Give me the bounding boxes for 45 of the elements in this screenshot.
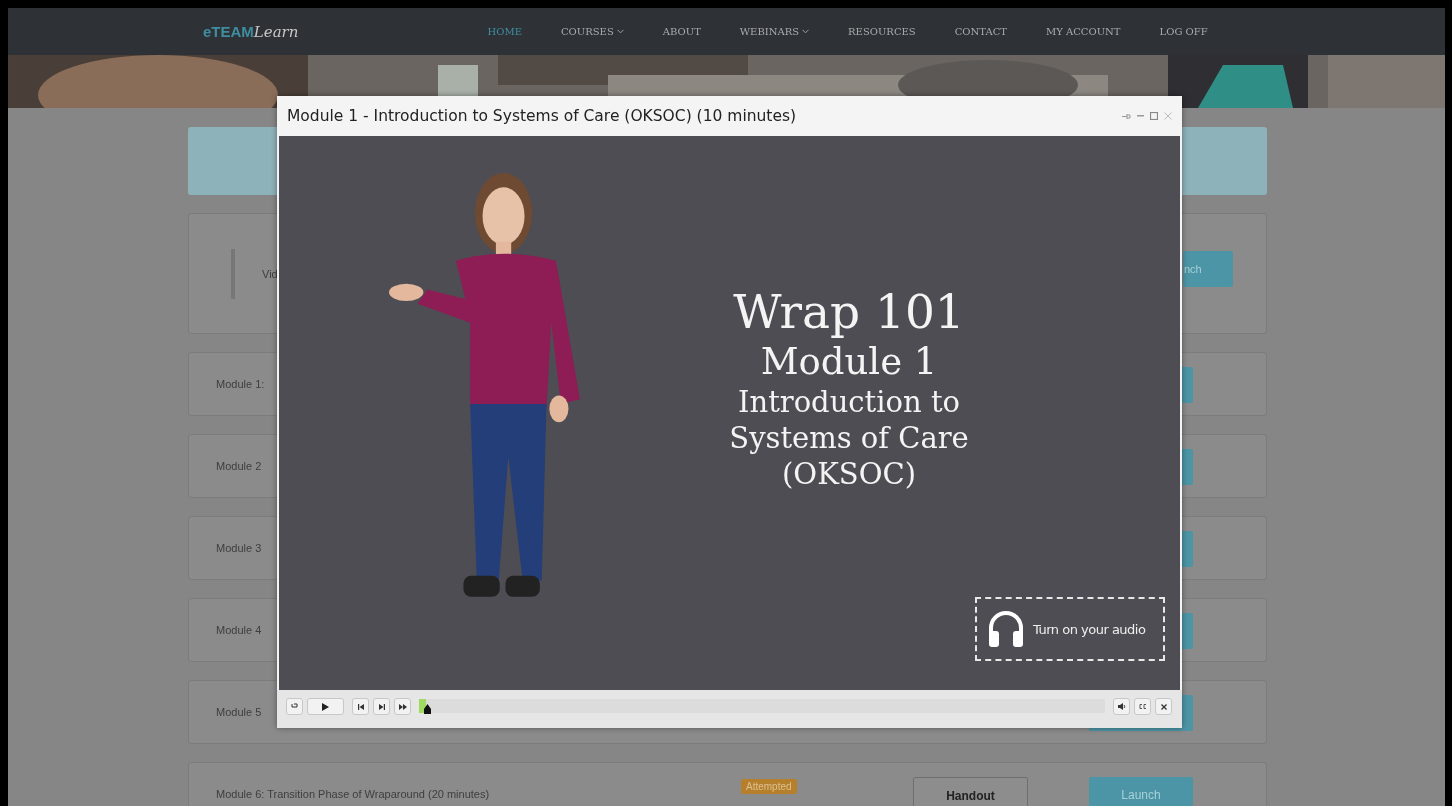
nav-link[interactable]: LOG OFF bbox=[1138, 26, 1226, 37]
speaker-icon bbox=[1117, 703, 1126, 710]
audio-text: Turn on your audio bbox=[1033, 621, 1146, 637]
fast-forward-button[interactable] bbox=[394, 698, 411, 715]
slide-text: (OKSOC) bbox=[781, 456, 917, 492]
nav-link[interactable]: MY ACCOUNT bbox=[1024, 26, 1139, 37]
previous-button[interactable] bbox=[352, 698, 369, 715]
nav-link[interactable]: COURSES bbox=[539, 26, 642, 37]
nav-link[interactable]: CONTACT bbox=[933, 26, 1025, 37]
module-title: Module 3 bbox=[216, 542, 262, 554]
maximize-icon[interactable] bbox=[1150, 112, 1158, 120]
captions-button[interactable] bbox=[1134, 698, 1151, 715]
module-title: Module 2 bbox=[216, 460, 262, 472]
handout-button[interactable]: Handout bbox=[913, 777, 1028, 806]
nav-link[interactable]: ABOUT bbox=[641, 26, 719, 37]
nav-link[interactable]: WEBINARS bbox=[718, 26, 828, 37]
slide-text: Systems of Care bbox=[728, 420, 970, 456]
pin-icon[interactable] bbox=[1122, 112, 1131, 120]
skip-forward-icon bbox=[378, 703, 385, 710]
card-text: Vid bbox=[262, 267, 278, 280]
module-title: Module 1: bbox=[216, 378, 265, 390]
fast-forward-icon bbox=[398, 703, 407, 710]
slide-heading: Wrap 101 bbox=[732, 284, 966, 340]
play-icon bbox=[322, 702, 329, 711]
play-button[interactable] bbox=[307, 698, 344, 715]
skip-back-icon bbox=[357, 703, 364, 710]
status-badge: Attempted bbox=[741, 779, 797, 794]
module-title: Module 5 bbox=[216, 706, 262, 718]
slide-text: Introduction to bbox=[737, 384, 961, 420]
nav-link[interactable]: RESOURCES bbox=[827, 26, 934, 37]
next-button[interactable] bbox=[373, 698, 390, 715]
headphones-icon bbox=[987, 609, 1025, 649]
close-button[interactable] bbox=[1155, 698, 1172, 715]
playhead-handle[interactable] bbox=[423, 704, 431, 714]
logo[interactable]: eTEAMLearn bbox=[203, 22, 299, 41]
volume-button[interactable] bbox=[1113, 698, 1130, 715]
captions-icon bbox=[1138, 704, 1147, 709]
replay-icon bbox=[291, 703, 298, 710]
slide-subheading: Module 1 bbox=[759, 340, 939, 384]
replay-button[interactable] bbox=[286, 698, 303, 715]
window-title: Module 1 - Introduction to Systems of Care (OKSOC) (10 minutes) bbox=[287, 107, 797, 125]
module-title: Module 4 bbox=[216, 624, 262, 636]
close-icon bbox=[1160, 703, 1167, 710]
nav-link[interactable]: HOME bbox=[466, 26, 540, 37]
module-title: Module 6: Transition Phase of Wraparound (20 minutes) bbox=[216, 788, 490, 800]
